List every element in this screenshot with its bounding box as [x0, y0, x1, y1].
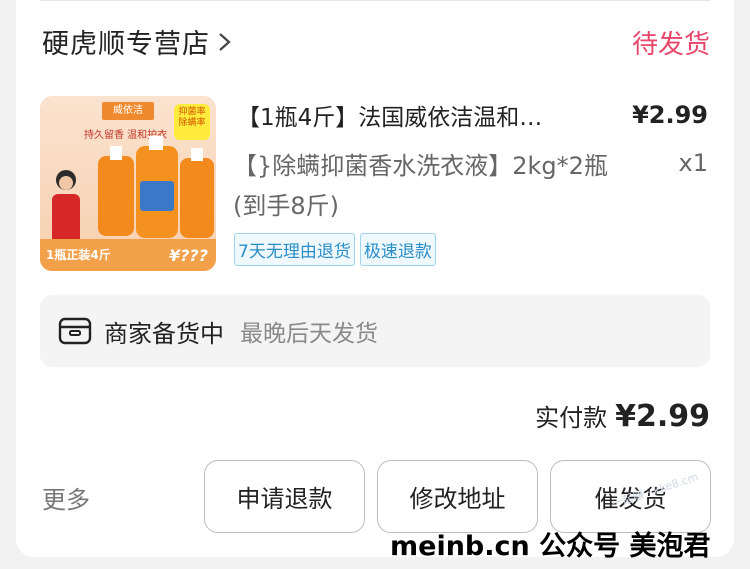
service-tags: 7天无理由退货 极速退款: [234, 233, 436, 266]
payment-total: 实付款 ¥2.99: [535, 398, 710, 434]
order-status: 待发货: [631, 30, 710, 60]
tag-fast-refund: 极速退款: [359, 233, 436, 266]
product-spec[interactable]: 【}除螨抑菌香水洗衣液】2kg*2瓶(到手8斤): [233, 146, 628, 226]
box-icon: [58, 317, 92, 345]
chevron-right-icon[interactable]: [216, 28, 234, 56]
item-quantity: x1: [678, 149, 708, 177]
shop-header[interactable]: 硬虎顺专营店: [42, 22, 234, 61]
product-thumbnail[interactable]: 威依洁 抑菌率 除螨率 持久留香 温和护衣 1瓶正装4斤 ¥???: [40, 96, 216, 271]
payment-amount: ¥2.99: [615, 399, 710, 434]
thumb-banner: 1瓶正装4斤: [46, 248, 111, 262]
watermark-text: meinb.cn 公众号 美泡君: [390, 531, 711, 562]
change-address-button[interactable]: 修改地址: [377, 460, 538, 533]
refund-button[interactable]: 申请退款: [204, 460, 365, 533]
tag-return: 7天无理由退货: [234, 233, 355, 266]
payment-label: 实付款: [535, 404, 608, 432]
thumb-price-mark: ¥???: [169, 246, 208, 265]
item-price: ¥2.99: [632, 101, 708, 129]
notice-subtext: 最晚后天发货: [240, 321, 378, 347]
product-title[interactable]: 【1瓶4斤】法国威依洁温和…: [237, 98, 542, 132]
more-link[interactable]: 更多: [42, 480, 90, 515]
notice-label: 商家备货中: [104, 319, 224, 348]
shipping-notice[interactable]: 商家备货中 最晚后天发货: [40, 295, 710, 367]
shop-name[interactable]: 硬虎顺专营店: [42, 22, 210, 61]
divider: [40, 0, 710, 1]
